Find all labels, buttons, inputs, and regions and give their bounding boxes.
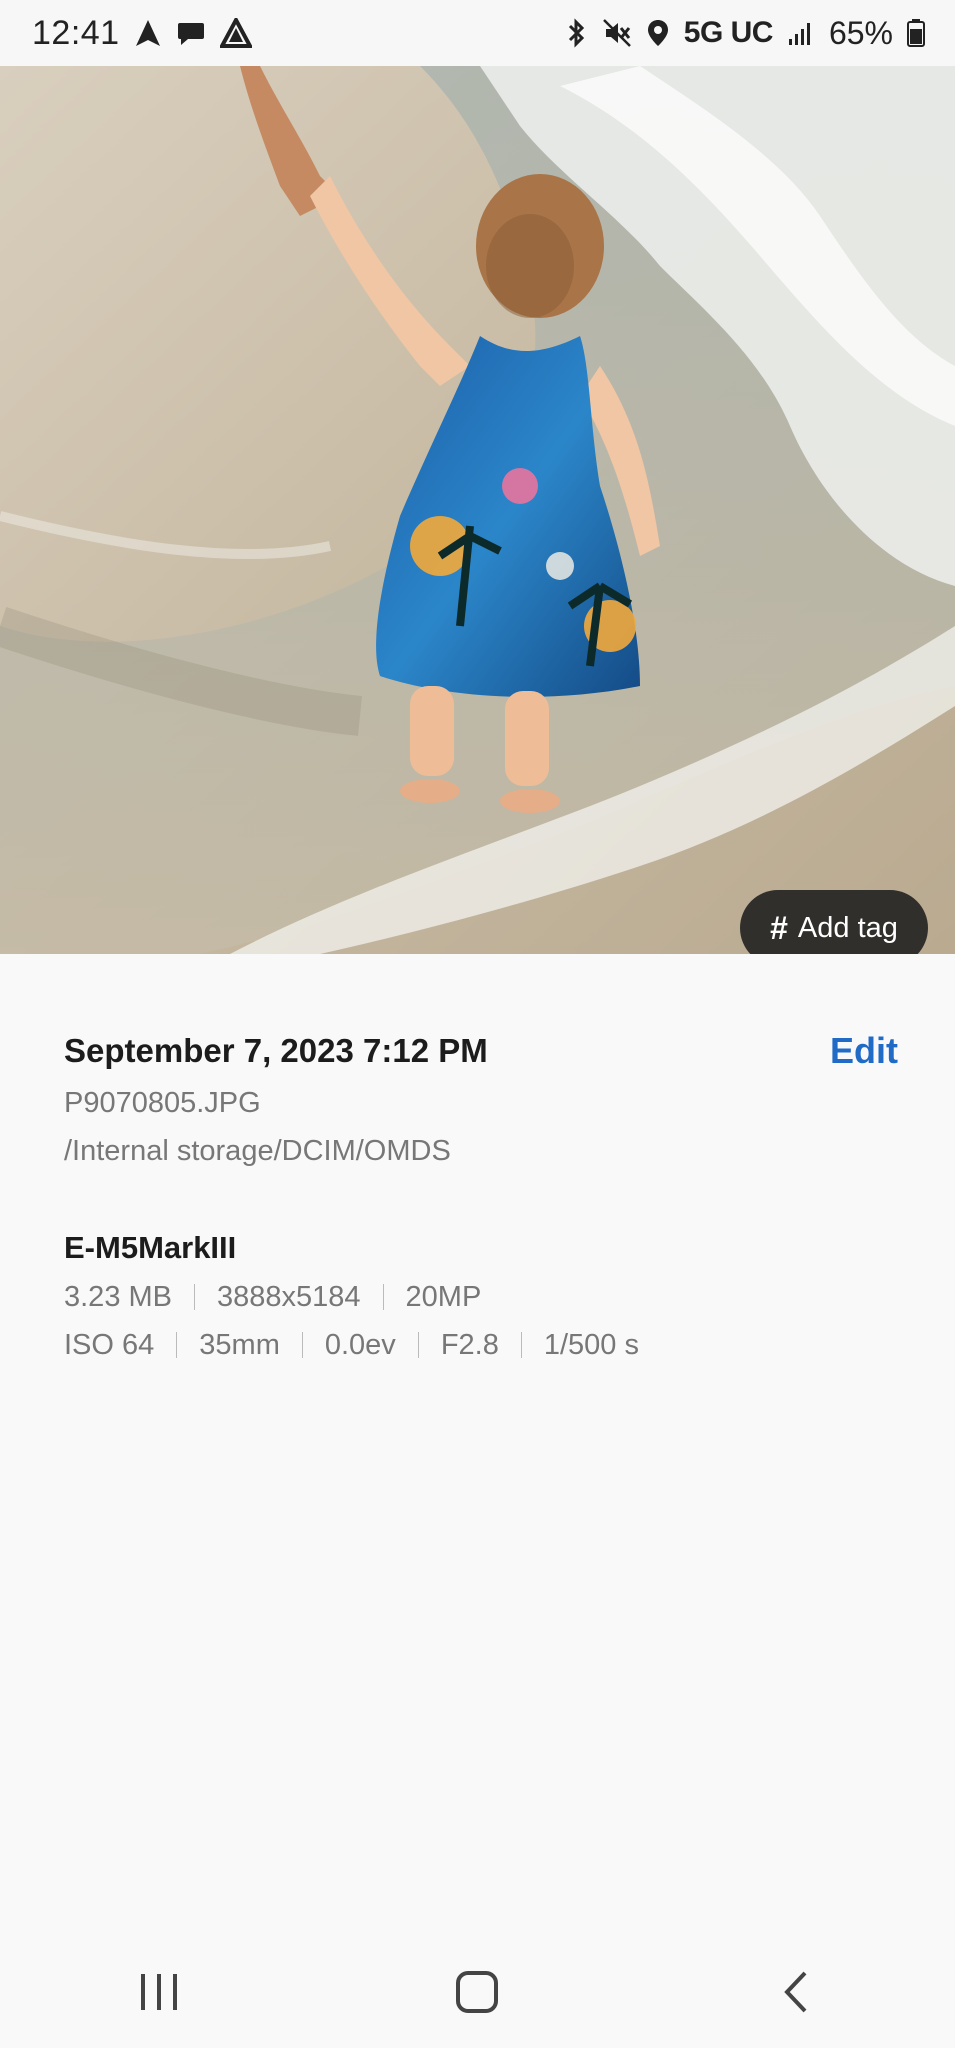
focal-length: 35mm bbox=[199, 1329, 280, 1361]
battery-icon bbox=[907, 18, 925, 48]
bluetooth-icon bbox=[566, 18, 588, 48]
mute-icon bbox=[602, 18, 632, 48]
exposure-compensation: 0.0ev bbox=[324, 1329, 396, 1361]
battery-percent: 65% bbox=[828, 14, 893, 51]
file-specs-row: 3.23 MB 3888x5184 20MP bbox=[64, 1280, 894, 1314]
divider bbox=[520, 1332, 522, 1358]
status-time: 12:41 bbox=[32, 13, 120, 52]
add-tag-button[interactable]: # Add tag bbox=[740, 890, 928, 954]
hash-icon: # bbox=[770, 909, 788, 946]
photo-preview[interactable]: # Add tag bbox=[0, 66, 955, 954]
megapixels: 20MP bbox=[405, 1281, 482, 1313]
divider bbox=[194, 1284, 195, 1310]
recent-apps-icon bbox=[141, 1974, 178, 2010]
home-icon bbox=[456, 1971, 499, 2013]
status-bar-right: 5G UC 65% bbox=[566, 15, 925, 52]
shutter-speed: 1/500 s bbox=[543, 1329, 639, 1361]
divider bbox=[301, 1332, 303, 1358]
beach-photo-image bbox=[0, 66, 955, 954]
back-button[interactable] bbox=[736, 1952, 856, 2032]
photo-details-panel: September 7, 2023 7:12 PM Edit P9070805.… bbox=[64, 1030, 898, 1362]
date-row: September 7, 2023 7:12 PM Edit bbox=[64, 1030, 898, 1072]
location-icon bbox=[646, 18, 670, 48]
home-button[interactable] bbox=[417, 1952, 537, 2032]
navigation-bar bbox=[0, 1936, 955, 2048]
edit-button[interactable]: Edit bbox=[830, 1030, 898, 1072]
back-icon bbox=[784, 1971, 807, 2013]
file-size: 3.23 MB bbox=[64, 1281, 172, 1313]
divider bbox=[417, 1332, 419, 1358]
alert-triangle-icon bbox=[219, 18, 252, 48]
divider bbox=[382, 1284, 384, 1310]
file-name: P9070805.JPG bbox=[64, 1087, 261, 1119]
network-type: 5G UC bbox=[683, 16, 774, 49]
file-path: /Internal storage/DCIM/OMDS bbox=[64, 1135, 451, 1167]
resolution: 3888x5184 bbox=[217, 1281, 361, 1313]
recent-apps-button[interactable] bbox=[99, 1952, 219, 2032]
aperture: F2.8 bbox=[440, 1329, 499, 1361]
add-tag-label: Add tag bbox=[797, 911, 898, 944]
status-bar-left: 12:41 bbox=[32, 14, 252, 53]
iso-value: ISO 64 bbox=[64, 1329, 155, 1361]
divider bbox=[176, 1332, 178, 1358]
navigation-icon bbox=[134, 18, 162, 48]
camera-model: E-M5MarkIII bbox=[64, 1230, 237, 1265]
chat-icon bbox=[176, 19, 206, 47]
status-bar: 12:41 5G UC 65% bbox=[0, 0, 955, 66]
photo-date: September 7, 2023 7:12 PM bbox=[64, 1032, 488, 1069]
signal-icon bbox=[787, 19, 815, 47]
exposure-specs-row: ISO 64 35mm 0.0ev F2.8 1/500 s bbox=[64, 1328, 894, 1362]
